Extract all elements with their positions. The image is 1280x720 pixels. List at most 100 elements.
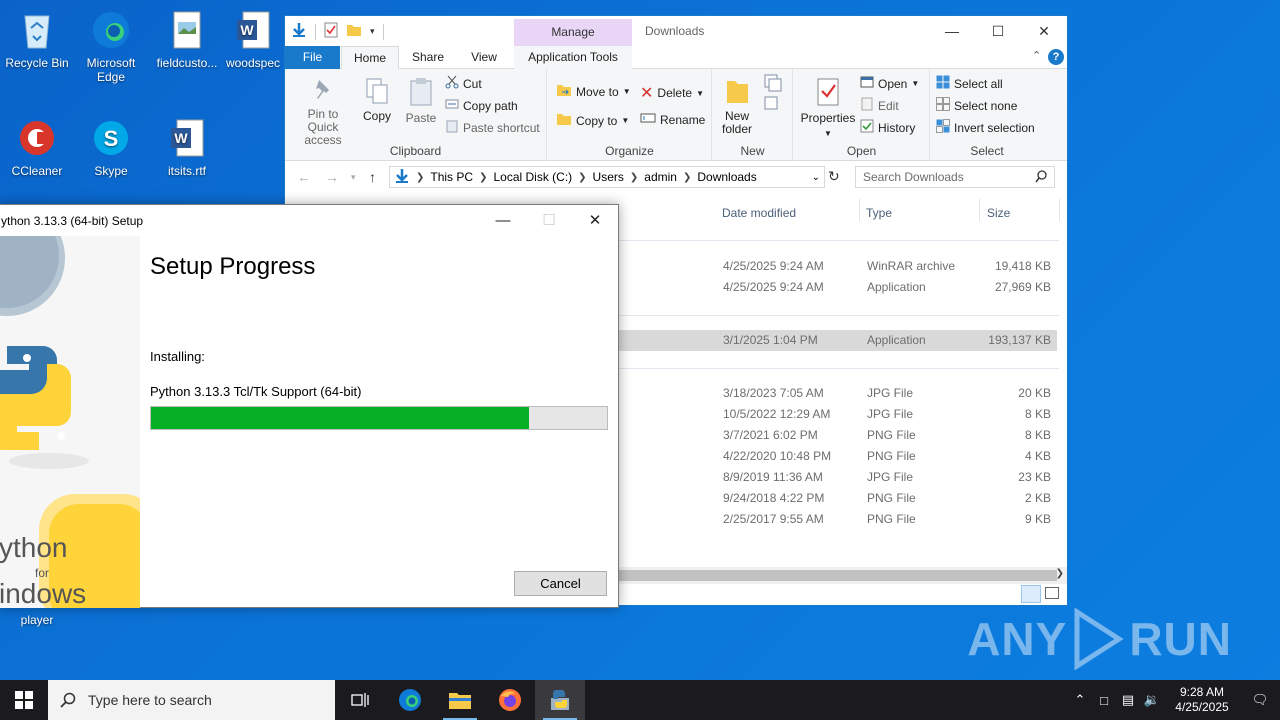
file-row[interactable]: 4/25/2025 9:24 AM Application 27,969 KB	[619, 277, 1057, 298]
tab-share[interactable]: Share	[403, 46, 453, 69]
breadcrumb-admin[interactable]: admin	[644, 170, 677, 184]
desktop-icon-recycle-bin[interactable]: Recycle Bin	[0, 8, 74, 70]
task-view-button[interactable]	[335, 680, 385, 720]
start-button[interactable]	[0, 680, 48, 720]
side-text-python: ython	[0, 532, 68, 563]
paste-shortcut-icon	[445, 119, 459, 136]
search-input[interactable]: Search Downloads	[855, 166, 1055, 188]
desktop-icon-itsits[interactable]: W itsits.rtf	[150, 116, 224, 178]
pin-quick-access-button[interactable]: Pin to Quick access	[291, 77, 355, 147]
qat-dropdown-icon[interactable]: ▾	[370, 26, 375, 37]
copy-path-button[interactable]: Copy path	[445, 97, 518, 114]
notifications-icon[interactable]: 🗨	[1240, 692, 1280, 708]
breadcrumb-this-pc[interactable]: This PC	[430, 170, 473, 184]
breadcrumb-downloads[interactable]: Downloads	[697, 170, 756, 184]
breadcrumb-local-disk[interactable]: Local Disk (C:)	[493, 170, 572, 184]
paste-button[interactable]: Paste	[401, 77, 441, 125]
properties-button[interactable]: Properties ▼	[800, 77, 856, 140]
edit-button[interactable]: Edit	[860, 97, 899, 114]
column-header-date[interactable]: Date modified	[722, 206, 796, 220]
desktop-icon-fieldcusto[interactable]: fieldcusto...	[150, 8, 224, 70]
taskbar-search-box[interactable]: Type here to search	[48, 680, 335, 720]
copy-path-icon	[445, 97, 459, 114]
file-row[interactable]: 8/9/2019 11:36 AM JPG File 23 KB	[619, 467, 1057, 488]
file-row[interactable]: 10/5/2022 12:29 AM JPG File 8 KB	[619, 404, 1057, 425]
taskbar-clock[interactable]: 9:28 AM 4/25/2025	[1164, 685, 1240, 715]
desktop-icon-edge[interactable]: Microsoft Edge	[74, 8, 148, 84]
desktop-icon-player[interactable]: player	[0, 613, 74, 627]
open-button[interactable]: Open ▼	[860, 75, 919, 92]
setup-side-banner: ython for indows	[0, 236, 140, 608]
breadcrumb-users[interactable]: Users	[593, 170, 624, 184]
file-row[interactable]: 2/25/2017 9:55 AM PNG File 9 KB	[619, 509, 1057, 530]
collapse-ribbon-icon[interactable]: ⌃	[1032, 49, 1041, 62]
new-folder-icon[interactable]	[346, 23, 362, 40]
file-row[interactable]: 4/22/2020 10:48 PM PNG File 4 KB	[619, 446, 1057, 467]
open-group-label: Open	[846, 144, 877, 158]
recent-locations-icon[interactable]: ▾	[351, 172, 356, 183]
minimize-icon[interactable]: —	[480, 205, 526, 235]
new-item-icon[interactable]	[763, 73, 785, 116]
taskbar-firefox[interactable]	[485, 680, 535, 720]
horizontal-scrollbar[interactable]: ❯	[619, 567, 1067, 584]
history-button[interactable]: History	[860, 119, 915, 136]
desktop-icon-ccleaner[interactable]: CCleaner	[0, 116, 74, 178]
meet-now-icon[interactable]: □	[1092, 693, 1116, 708]
show-hidden-icons-icon[interactable]: ⌃	[1068, 692, 1092, 708]
delete-button[interactable]: ✕ Delete ▼	[640, 83, 704, 103]
address-bar[interactable]: ❯ This PC ❯ Local Disk (C:) ❯ Users ❯ ad…	[389, 166, 825, 188]
volume-icon[interactable]: 🔉	[1140, 692, 1164, 708]
tab-application-tools[interactable]: Application Tools	[514, 46, 632, 69]
file-row[interactable]: 3/7/2021 6:02 PM PNG File 8 KB	[619, 425, 1057, 446]
close-icon[interactable]: ✕	[572, 205, 618, 235]
close-icon[interactable]: ✕	[1021, 16, 1067, 46]
invert-selection-button[interactable]: Invert selection	[936, 119, 1035, 136]
back-arrow-icon[interactable]: ←	[297, 169, 311, 185]
forward-arrow-icon[interactable]: →	[325, 169, 339, 185]
minimize-icon[interactable]: —	[929, 16, 975, 46]
up-arrow-icon[interactable]: ↑	[369, 169, 376, 185]
move-to-button[interactable]: Move to ▼	[556, 83, 631, 100]
tab-view[interactable]: View	[461, 46, 507, 69]
properties-check-icon[interactable]	[324, 22, 338, 41]
desktop-icon-label: woodspec	[225, 56, 281, 70]
anyrun-watermark: ANY RUN	[967, 608, 1232, 670]
rename-button[interactable]: Rename	[640, 112, 705, 127]
help-icon[interactable]: ?	[1048, 49, 1064, 65]
maximize-icon[interactable]: ☐	[975, 16, 1021, 46]
address-dropdown-icon[interactable]: ⌄	[812, 172, 820, 183]
paste-shortcut-button[interactable]: Paste shortcut	[445, 119, 540, 136]
download-arrow-icon[interactable]	[291, 22, 307, 41]
details-view-icon[interactable]	[1021, 585, 1041, 603]
file-row[interactable]: 9/24/2018 4:22 PM PNG File 2 KB	[619, 488, 1057, 509]
tab-file[interactable]: File	[285, 46, 340, 69]
scrollbar-thumb[interactable]	[619, 570, 1057, 581]
tab-home[interactable]: Home	[341, 46, 399, 69]
python-installer-icon	[551, 690, 569, 710]
copy-to-button[interactable]: Copy to ▼	[556, 112, 629, 129]
new-folder-button[interactable]: New folder	[719, 77, 755, 136]
taskbar-python-setup[interactable]	[535, 680, 585, 720]
desktop-icon-skype[interactable]: S Skype	[74, 116, 148, 178]
select-none-button[interactable]: Select none	[936, 97, 1017, 114]
explorer-titlebar: ▾ Manage Downloads — ☐ ✕	[285, 16, 1067, 46]
select-all-button[interactable]: Select all	[936, 75, 1003, 92]
new-folder-label: New folder	[721, 109, 753, 136]
refresh-icon[interactable]: ↻	[828, 168, 840, 185]
manage-context-tab[interactable]: Manage	[514, 19, 632, 46]
file-row[interactable]: 4/25/2025 9:24 AM WinRAR archive 19,418 …	[619, 256, 1057, 277]
taskbar-file-explorer[interactable]	[435, 680, 485, 720]
desktop-icon-woodspec[interactable]: W woodspec	[222, 8, 284, 70]
file-date: 10/5/2022 12:29 AM	[723, 407, 831, 421]
scroll-right-icon[interactable]: ❯	[1056, 568, 1064, 579]
file-row[interactable]: 3/18/2023 7:05 AM JPG File 20 KB	[619, 383, 1057, 404]
column-header-type[interactable]: Type	[866, 206, 892, 220]
network-icon[interactable]: ▤	[1116, 692, 1140, 708]
column-header-size[interactable]: Size	[987, 206, 1010, 220]
large-icons-view-icon[interactable]	[1045, 587, 1059, 599]
taskbar-edge[interactable]	[385, 680, 435, 720]
copy-button[interactable]: Copy	[357, 77, 397, 123]
cut-button[interactable]: Cut	[445, 75, 482, 92]
cancel-button[interactable]: Cancel	[514, 571, 607, 596]
file-row-selected[interactable]: 3/1/2025 1:04 PM Application 193,137 KB	[619, 330, 1057, 351]
